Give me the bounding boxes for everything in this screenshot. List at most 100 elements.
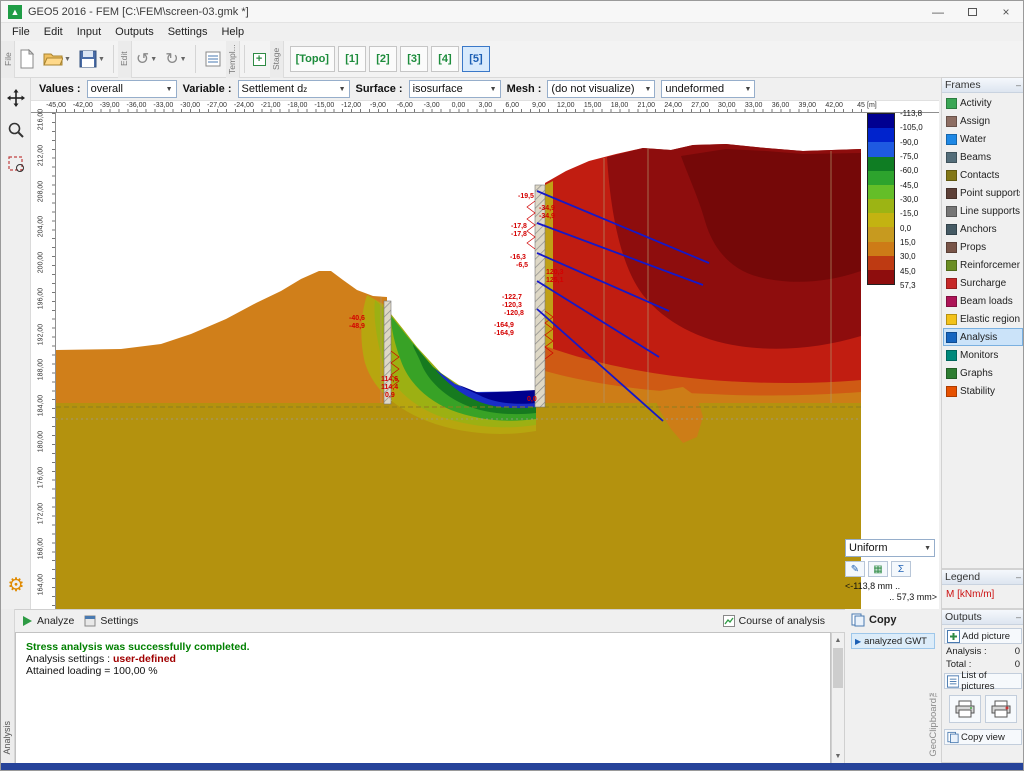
frames-item-stability[interactable]: Stability bbox=[943, 382, 1023, 400]
ruler-top-label: 30,00 bbox=[718, 102, 736, 109]
analysis-settings-button[interactable]: Settings bbox=[84, 615, 138, 627]
results-scrollbar[interactable]: ▲ ▼ bbox=[831, 632, 845, 764]
frames-item-assign[interactable]: Assign bbox=[943, 112, 1023, 130]
colorbar-value: -30,0 bbox=[900, 195, 918, 204]
scale-mode-dropdown[interactable]: Uniform▼ bbox=[845, 539, 935, 557]
new-file-button[interactable] bbox=[16, 44, 38, 74]
mesh-dropdown[interactable]: (do not visualize)▼ bbox=[547, 80, 655, 98]
settings-gear-button[interactable]: ⚙ bbox=[5, 573, 27, 597]
frames-item-beams[interactable]: Beams bbox=[943, 148, 1023, 166]
analyze-button[interactable]: Analyze bbox=[21, 615, 74, 627]
stage-vertical-tab: Stage bbox=[270, 41, 284, 78]
colorbar-band bbox=[868, 227, 894, 241]
pan-tool-button[interactable] bbox=[5, 86, 27, 110]
scroll-down-icon[interactable]: ▼ bbox=[832, 749, 844, 763]
copy-view-button[interactable]: Copy view bbox=[944, 729, 1022, 745]
templates-button[interactable] bbox=[201, 44, 225, 74]
edit-vertical-tab[interactable]: Edit bbox=[118, 41, 132, 78]
open-file-button[interactable]: ▼ bbox=[40, 44, 74, 74]
zoom-tool-button[interactable] bbox=[5, 118, 27, 142]
frames-item-anchors[interactable]: Anchors bbox=[943, 220, 1023, 238]
undo-icon: ↺ bbox=[136, 49, 149, 69]
stage-button-5[interactable]: [5] bbox=[462, 46, 490, 72]
menu-help[interactable]: Help bbox=[214, 25, 251, 39]
file-vertical-tab[interactable]: File bbox=[1, 41, 15, 78]
ruler-unit: [m] bbox=[867, 102, 877, 109]
frames-item-line-supports[interactable]: Line supports bbox=[943, 202, 1023, 220]
redo-dropdown-caret[interactable]: ▼ bbox=[180, 56, 187, 63]
print-settings-button[interactable] bbox=[985, 695, 1017, 723]
frames-item-graphs[interactable]: Graphs bbox=[943, 364, 1023, 382]
stage-button-2[interactable]: [2] bbox=[369, 46, 397, 72]
frames-item-reinforcements[interactable]: Reinforcements bbox=[943, 256, 1023, 274]
colorbar-value: 57,3 bbox=[900, 281, 916, 290]
save-button[interactable]: ▼ bbox=[76, 44, 108, 74]
frames-item-beam-loads[interactable]: Beam loads bbox=[943, 292, 1023, 310]
analysis-vertical-tab[interactable]: Analysis bbox=[1, 609, 15, 763]
ruler-left-label: 208,00 bbox=[38, 172, 45, 210]
menu-file[interactable]: File bbox=[5, 25, 37, 39]
redo-button[interactable]: ↻▼ bbox=[162, 44, 189, 74]
collapse-icon[interactable]: – bbox=[1016, 572, 1021, 582]
ruler-top-label: -45,00 bbox=[46, 102, 66, 109]
analysis-canvas[interactable]: -45,00-42,00-39,00-36,00-33,00-30,00-27,… bbox=[31, 101, 939, 609]
deformation-dropdown[interactable]: undeformed▼ bbox=[661, 80, 755, 98]
frames-item-surcharge[interactable]: Surcharge bbox=[943, 274, 1023, 292]
scale-range-button[interactable]: Σ bbox=[891, 561, 911, 577]
contacts-icon bbox=[946, 170, 957, 181]
maximize-button[interactable] bbox=[955, 1, 989, 23]
values-dropdown[interactable]: overall▼ bbox=[87, 80, 177, 98]
stage-button-4[interactable]: [4] bbox=[431, 46, 459, 72]
course-of-analysis-button[interactable]: Course of analysis bbox=[723, 615, 825, 627]
print-button[interactable] bbox=[949, 695, 981, 723]
frames-item-analysis[interactable]: Analysis bbox=[943, 328, 1023, 346]
stage-button-1[interactable]: [1] bbox=[338, 46, 366, 72]
undo-dropdown-caret[interactable]: ▼ bbox=[150, 56, 157, 63]
title-bar[interactable]: ▲ GEO5 2016 - FEM [C:\FEM\screen-03.gmk … bbox=[1, 1, 1023, 23]
main-toolbar: File ▼ ▼ Edit ↺▼ ↻▼ Templ... + Stage [To… bbox=[1, 41, 1023, 78]
collapse-icon[interactable]: – bbox=[1016, 80, 1021, 90]
close-button[interactable]: × bbox=[989, 1, 1023, 23]
templates-vertical-tab[interactable]: Templ... bbox=[226, 41, 240, 78]
ruler-top-label: 36,00 bbox=[772, 102, 790, 109]
ruler-top-label: 21,00 bbox=[638, 102, 656, 109]
geoclipboard-panel: Copy ▶analyzed GWT GeoClipboard™ bbox=[847, 609, 939, 763]
frames-item-monitors[interactable]: Monitors bbox=[943, 346, 1023, 364]
frames-item-contacts[interactable]: Contacts bbox=[943, 166, 1023, 184]
results-toolbar: Analyze Settings Course of analysis bbox=[15, 610, 845, 632]
menu-outputs[interactable]: Outputs bbox=[108, 25, 161, 39]
scroll-up-icon[interactable]: ▲ bbox=[832, 633, 844, 647]
chevron-down-icon: ▼ bbox=[640, 86, 651, 93]
scale-edit-button[interactable]: ✎ bbox=[845, 561, 865, 577]
frames-item-water[interactable]: Water bbox=[943, 130, 1023, 148]
colorbar-value: 45,0 bbox=[900, 267, 916, 276]
menu-input[interactable]: Input bbox=[70, 25, 108, 39]
list-of-pictures-button[interactable]: List of pictures bbox=[944, 673, 1022, 689]
analyzed-gwt-button[interactable]: ▶analyzed GWT bbox=[851, 633, 935, 649]
save-dropdown-caret[interactable]: ▼ bbox=[98, 56, 105, 63]
copy-button[interactable]: Copy bbox=[847, 609, 939, 631]
scroll-thumb[interactable] bbox=[833, 648, 843, 688]
collapse-icon[interactable]: – bbox=[1016, 612, 1021, 622]
open-dropdown-caret[interactable]: ▼ bbox=[64, 56, 71, 63]
fem-model-drawing[interactable] bbox=[31, 101, 939, 609]
menu-edit[interactable]: Edit bbox=[37, 25, 70, 39]
ruler-top-label: -27,00 bbox=[207, 102, 227, 109]
add-picture-button[interactable]: Add picture bbox=[944, 628, 1022, 644]
frames-item-elastic-regions[interactable]: Elastic regions bbox=[943, 310, 1023, 328]
stage-button-topo[interactable]: [Topo] bbox=[290, 46, 335, 72]
colorbar-band bbox=[868, 199, 894, 213]
scale-palette-button[interactable]: ▦ bbox=[868, 561, 888, 577]
stage-button-3[interactable]: [3] bbox=[400, 46, 428, 72]
add-stage-button[interactable]: + bbox=[250, 44, 269, 74]
variable-dropdown[interactable]: Settlement dz▼ bbox=[238, 80, 350, 98]
frames-item-point-supports[interactable]: Point supports bbox=[943, 184, 1023, 202]
zoom-region-button[interactable] bbox=[5, 152, 27, 176]
undo-button[interactable]: ↺▼ bbox=[133, 44, 160, 74]
minimize-button[interactable]: — bbox=[921, 1, 955, 23]
menu-settings[interactable]: Settings bbox=[161, 25, 215, 39]
surface-dropdown[interactable]: isosurface▼ bbox=[409, 80, 501, 98]
frames-item-activity[interactable]: Activity bbox=[943, 94, 1023, 112]
ruler-left-label: 212,00 bbox=[38, 136, 45, 174]
frames-item-props[interactable]: Props bbox=[943, 238, 1023, 256]
